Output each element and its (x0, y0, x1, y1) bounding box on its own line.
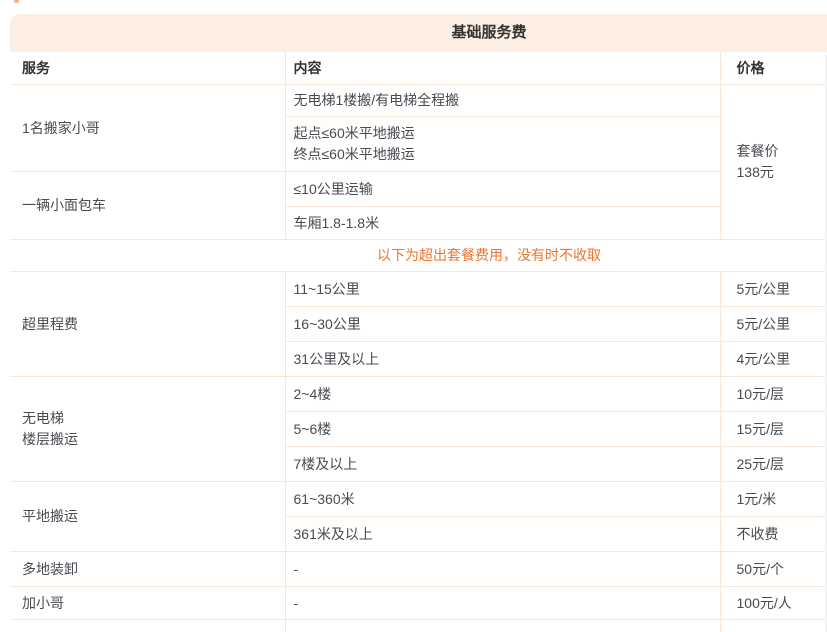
content-cell: 起点≤60米平地搬运 终点≤60米平地搬运 (285, 117, 720, 172)
price-cell: 4元/公里 (720, 342, 827, 377)
content-cell-empty (285, 620, 720, 632)
service-cell-extra-worker: 加小哥 (10, 587, 285, 620)
content-cell: ≤10公里运输 (285, 172, 720, 207)
content-cell: 11~15公里 (285, 272, 720, 307)
table-row-partial (10, 620, 827, 632)
card-title: 基础服务费 (10, 14, 827, 52)
col-header-service: 服务 (10, 52, 285, 85)
price-cell: 50元/个 (720, 552, 827, 587)
notice-row: 以下为超出套餐费用，没有时不收取 (10, 240, 827, 272)
price-cell: 5元/公里 (720, 307, 827, 342)
price-cell: 不收费 (720, 517, 827, 552)
price-cell: 15元/层 (720, 412, 827, 447)
table-row: 无电梯 楼层搬运 2~4楼 10元/层 (10, 377, 827, 412)
service-cell-mover: 1名搬家小哥 (10, 85, 285, 172)
service-cell-stairs: 无电梯 楼层搬运 (10, 377, 285, 482)
price-cell: 10元/层 (720, 377, 827, 412)
content-cell: 361米及以上 (285, 517, 720, 552)
notice-text: 以下为超出套餐费用，没有时不收取 (10, 240, 827, 272)
content-cell: 31公里及以上 (285, 342, 720, 377)
pricing-table: 服务 内容 价格 1名搬家小哥 无电梯1楼搬/有电梯全程搬 套餐价 138元 起… (10, 52, 827, 632)
content-cell: 5~6楼 (285, 412, 720, 447)
price-cell-empty (720, 620, 827, 632)
artifact-dot (14, 0, 19, 3)
table-row: 一辆小面包车 ≤10公里运输 (10, 172, 827, 207)
pricing-card: 基础服务费 服务 内容 价格 1名搬家小哥 无电梯1楼搬/有电梯全程搬 套餐价 … (10, 14, 827, 632)
table-row: 平地搬运 61~360米 1元/米 (10, 482, 827, 517)
table-row: 超里程费 11~15公里 5元/公里 (10, 272, 827, 307)
content-cell: 61~360米 (285, 482, 720, 517)
content-cell: 7楼及以上 (285, 447, 720, 482)
table-header-row: 服务 内容 价格 (10, 52, 827, 85)
price-cell: 25元/层 (720, 447, 827, 482)
service-cell-flat: 平地搬运 (10, 482, 285, 552)
table-row: 加小哥 - 100元/人 (10, 587, 827, 620)
content-cell: 2~4楼 (285, 377, 720, 412)
service-cell-multi-stop: 多地装卸 (10, 552, 285, 587)
service-cell-mileage: 超里程费 (10, 272, 285, 377)
service-cell-empty (10, 620, 285, 632)
service-cell-van: 一辆小面包车 (10, 172, 285, 240)
table-row: 多地装卸 - 50元/个 (10, 552, 827, 587)
col-header-content: 内容 (285, 52, 720, 85)
price-cell: 100元/人 (720, 587, 827, 620)
content-cell: 车厢1.8-1.8米 (285, 207, 720, 240)
table-row: 1名搬家小哥 无电梯1楼搬/有电梯全程搬 套餐价 138元 (10, 85, 827, 117)
price-cell: 5元/公里 (720, 272, 827, 307)
price-cell-package: 套餐价 138元 (720, 85, 827, 240)
content-cell: - (285, 587, 720, 620)
content-cell: 无电梯1楼搬/有电梯全程搬 (285, 85, 720, 117)
price-cell: 1元/米 (720, 482, 827, 517)
content-cell: - (285, 552, 720, 587)
col-header-price: 价格 (720, 52, 827, 85)
content-cell: 16~30公里 (285, 307, 720, 342)
